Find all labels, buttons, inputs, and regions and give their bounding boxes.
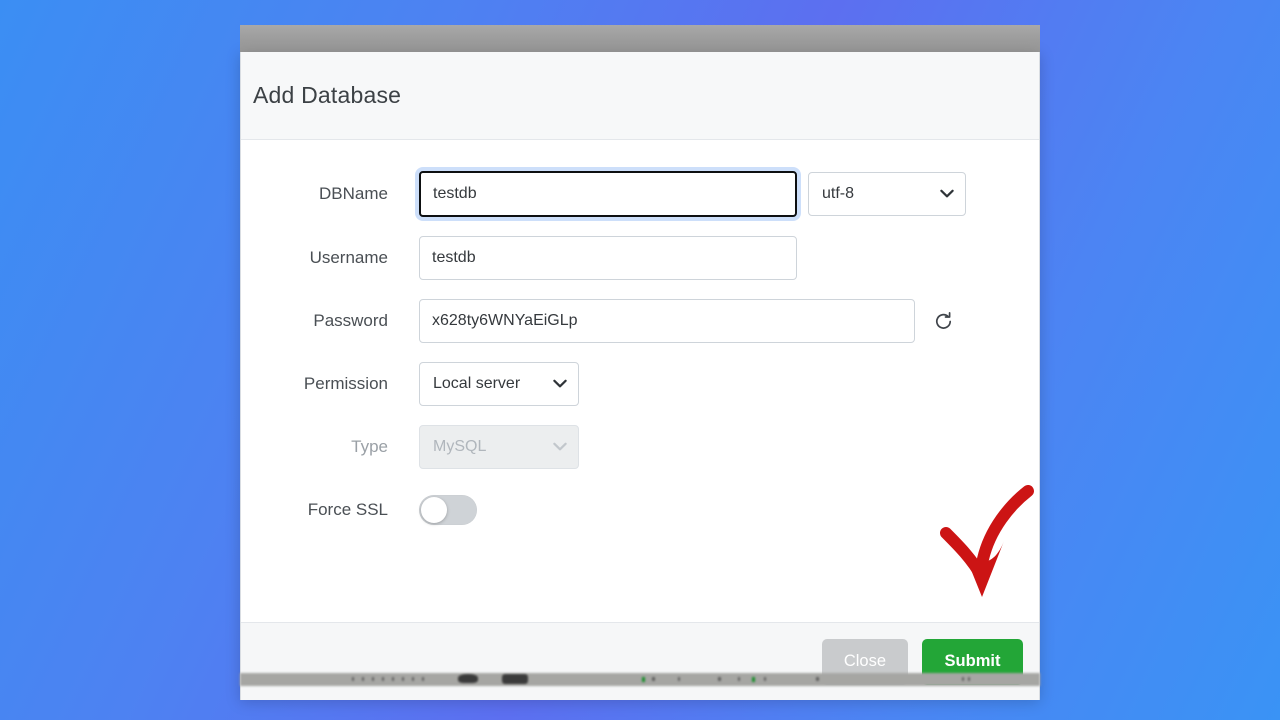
charset-select[interactable]: utf-8 bbox=[808, 172, 966, 216]
form-row-permission: Permission Local server bbox=[241, 362, 1039, 406]
add-database-modal: Add Database DBName utf-8 bbox=[240, 25, 1040, 700]
form-row-username: Username bbox=[241, 236, 1039, 280]
control-password bbox=[419, 299, 1039, 343]
force-ssl-toggle[interactable] bbox=[419, 495, 477, 525]
username-input[interactable] bbox=[419, 236, 797, 280]
permission-select-value: Local server bbox=[433, 375, 521, 392]
dialog-header: Add Database bbox=[241, 52, 1039, 140]
control-dbname: utf-8 bbox=[419, 171, 1039, 217]
dialog-footer: Close Submit bbox=[241, 622, 1039, 700]
chevron-down-icon bbox=[553, 442, 567, 452]
window-top-strip bbox=[240, 25, 1040, 52]
background-page-strip bbox=[240, 673, 1040, 686]
password-input[interactable] bbox=[419, 299, 915, 343]
dbname-input[interactable] bbox=[419, 171, 797, 217]
control-type: MySQL bbox=[419, 425, 1039, 469]
control-permission: Local server bbox=[419, 362, 1039, 406]
label-type: Type bbox=[351, 437, 388, 456]
type-select: MySQL bbox=[419, 425, 579, 469]
refresh-icon[interactable] bbox=[931, 309, 955, 333]
control-username bbox=[419, 236, 1039, 280]
chevron-down-icon bbox=[940, 189, 954, 199]
form-row-dbname: DBName utf-8 bbox=[241, 171, 1039, 217]
label-username: Username bbox=[309, 248, 388, 267]
toggle-knob bbox=[421, 497, 447, 523]
charset-select-value: utf-8 bbox=[822, 185, 855, 202]
dialog-panel: Add Database DBName utf-8 bbox=[240, 52, 1040, 700]
type-select-value: MySQL bbox=[433, 438, 487, 455]
chevron-down-icon bbox=[553, 379, 567, 389]
permission-select[interactable]: Local server bbox=[419, 362, 579, 406]
form-row-password: Password bbox=[241, 299, 1039, 343]
dialog-body: DBName utf-8 bbox=[241, 140, 1039, 622]
form-row-type: Type MySQL bbox=[241, 425, 1039, 469]
label-force-ssl: Force SSL bbox=[307, 500, 388, 519]
form-row-force-ssl: Force SSL bbox=[241, 488, 1039, 532]
label-password: Password bbox=[313, 311, 388, 330]
control-force-ssl bbox=[419, 495, 1039, 525]
label-permission: Permission bbox=[303, 374, 388, 393]
label-dbname: DBName bbox=[319, 184, 388, 203]
page-title: Add Database bbox=[253, 82, 402, 108]
dbname-input-wrap bbox=[419, 171, 797, 217]
